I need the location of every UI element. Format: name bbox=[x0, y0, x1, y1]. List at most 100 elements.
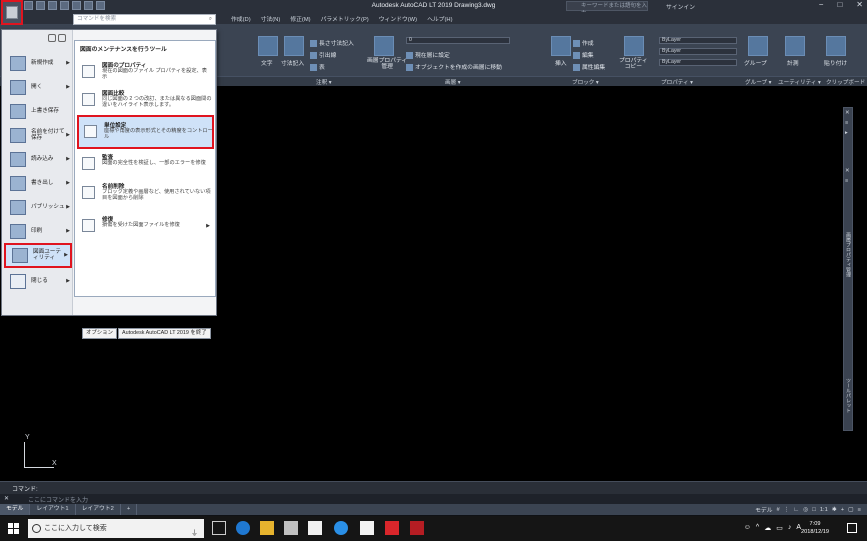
layer-manager-tab[interactable]: 画層プロパティ管理 bbox=[845, 232, 852, 277]
edge-icon[interactable] bbox=[236, 521, 250, 535]
panel-utilities[interactable]: ユーティリティ ▾ bbox=[778, 78, 821, 86]
network-icon[interactable]: ▭ bbox=[776, 524, 783, 532]
tool-palette-strip[interactable]: ✕ ≡ ▸ ✕ ≡ 画層プロパティ管理 ツールパレット bbox=[843, 107, 853, 431]
help-search-input[interactable]: キーワードまたは語句を入力 bbox=[566, 1, 648, 17]
group-icon[interactable] bbox=[748, 36, 768, 56]
task-view-icon[interactable] bbox=[212, 521, 226, 535]
attribute-edit-button[interactable]: 属性編集 bbox=[573, 62, 605, 71]
app-menu-export[interactable]: 書き出し ▶ bbox=[4, 173, 72, 195]
tab-layout1[interactable]: レイアウト1 bbox=[30, 504, 76, 515]
app-menu-close[interactable]: 閉じる ▶ bbox=[4, 271, 72, 293]
annotation-scale-button[interactable]: 1:1 bbox=[820, 507, 828, 513]
block-edit-button[interactable]: 編集 bbox=[573, 50, 594, 59]
menu-modify[interactable]: 修正(M) bbox=[285, 12, 315, 23]
leader-button[interactable]: 引出線 bbox=[310, 50, 336, 59]
people-icon[interactable]: ☺ bbox=[744, 524, 751, 532]
mail-icon[interactable] bbox=[284, 521, 298, 535]
layer-properties-label[interactable]: 画層プロパティ 管理 bbox=[367, 58, 407, 70]
purge-item[interactable]: 名前削除 ブロック定義や画層など、使用されていない項目を図面から削除 bbox=[77, 178, 214, 212]
notification-icon[interactable] bbox=[847, 523, 857, 533]
taskbar-search-input[interactable]: ここに入力して検索 ⏚ bbox=[28, 519, 204, 538]
palette2-menu-icon[interactable]: ≡ bbox=[845, 178, 848, 184]
options-button[interactable]: オプション bbox=[82, 328, 117, 339]
text-button-label[interactable]: 文字 bbox=[261, 58, 273, 67]
panel-block[interactable]: ブロック ▾ bbox=[572, 78, 599, 86]
app-menu-saveas[interactable]: 名前を付けて保存 ▶ bbox=[4, 125, 72, 147]
application-menu-button[interactable] bbox=[1, 0, 23, 25]
linear-dim-button[interactable]: 長さ寸法記入 bbox=[310, 38, 354, 47]
linetype-dropdown[interactable]: ByLayer bbox=[659, 48, 737, 55]
match-properties-label[interactable]: プロパティ コピー bbox=[619, 58, 648, 70]
layer-dropdown[interactable]: 0 bbox=[406, 37, 510, 44]
gear-icon[interactable]: ✱ bbox=[832, 507, 837, 513]
drawing-compare-item[interactable]: 図面比較 同じ図面の 2 つの改訂、または異なる図面間の違いをハイライト表示します… bbox=[77, 85, 214, 119]
layer-properties-icon[interactable] bbox=[374, 36, 394, 56]
panel-groups[interactable]: グループ ▾ bbox=[745, 78, 771, 86]
app-menu-drawing-utilities[interactable]: 図面ユーティリティ ▶ bbox=[4, 243, 72, 268]
paste-label[interactable]: 貼り付け bbox=[824, 58, 847, 67]
explorer-icon[interactable] bbox=[260, 521, 274, 535]
volume-icon[interactable]: ♪ bbox=[788, 524, 792, 532]
fullscreen-icon[interactable]: ▢ bbox=[848, 507, 853, 513]
measure-icon[interactable] bbox=[785, 36, 805, 56]
panel-clipboard[interactable]: クリップボード bbox=[826, 78, 865, 86]
insert-block-icon[interactable] bbox=[551, 36, 571, 56]
open-docs-icon[interactable] bbox=[58, 34, 66, 42]
signin-button[interactable]: サインイン bbox=[666, 2, 695, 11]
recent-docs-icon[interactable] bbox=[48, 34, 56, 42]
app-menu-import[interactable]: 読み込み ▶ bbox=[4, 149, 72, 171]
palette-close-icon[interactable]: ✕ bbox=[845, 110, 850, 116]
command-input[interactable]: ここにコマンドを入力 bbox=[28, 495, 88, 504]
layer-current-button[interactable]: 現在層に設定 bbox=[406, 50, 450, 59]
layer-match-button[interactable]: オブジェクトを作成の画層に移動 bbox=[406, 62, 502, 71]
text-icon[interactable] bbox=[258, 36, 278, 56]
osnap-icon[interactable]: □ bbox=[812, 507, 816, 513]
palette2-close-icon[interactable]: ✕ bbox=[845, 168, 850, 174]
store-icon[interactable] bbox=[308, 521, 322, 535]
color-dropdown[interactable]: ByLayer bbox=[659, 37, 737, 44]
minimize-button[interactable]: − bbox=[819, 0, 824, 9]
menu-help[interactable]: ヘルプ(H) bbox=[422, 12, 457, 23]
panel-annotation[interactable]: 注釈 ▾ bbox=[316, 78, 332, 86]
model-space-button[interactable]: モデル bbox=[755, 505, 772, 514]
polar-icon[interactable]: ◎ bbox=[803, 507, 808, 513]
tab-model[interactable]: モデル bbox=[0, 504, 31, 515]
menu-draw[interactable]: 作成(D) bbox=[226, 12, 256, 23]
close-window-button[interactable]: ✕ bbox=[856, 0, 863, 9]
grid-icon[interactable]: # bbox=[777, 507, 780, 513]
block-create-button[interactable]: 作成 bbox=[573, 38, 594, 47]
paste-icon[interactable] bbox=[826, 36, 846, 56]
panel-layers[interactable]: 画層 ▾ bbox=[445, 78, 461, 86]
insert-block-label[interactable]: 挿入 bbox=[555, 58, 567, 67]
add-layout-button[interactable]: + bbox=[121, 504, 138, 515]
plus-icon[interactable]: + bbox=[841, 507, 844, 513]
tool-palettes-tab[interactable]: ツールパレット bbox=[845, 378, 852, 413]
app-menu-new[interactable]: 新規作成 ▶ bbox=[4, 53, 72, 75]
palette-menu-icon[interactable]: ≡ bbox=[845, 120, 848, 126]
measure-label[interactable]: 計測 bbox=[787, 58, 799, 67]
command-search-input[interactable]: コマンドを検索 ⌕ bbox=[73, 14, 216, 25]
maximize-button[interactable]: □ bbox=[837, 0, 842, 9]
app-menu-publish[interactable]: パブリッシュ ▶ bbox=[4, 197, 72, 219]
autocad-icon[interactable] bbox=[385, 521, 399, 535]
panel-properties[interactable]: プロパティ ▾ bbox=[661, 78, 693, 86]
menu-dimension[interactable]: 寸法(N) bbox=[256, 12, 286, 23]
autocad-lt-icon[interactable] bbox=[410, 521, 424, 535]
tab-layout2[interactable]: レイアウト2 bbox=[76, 504, 121, 515]
match-properties-icon[interactable] bbox=[624, 36, 644, 56]
lineweight-dropdown[interactable]: ByLayer bbox=[659, 59, 737, 66]
dimension-button-label[interactable]: 寸法記入 bbox=[281, 58, 304, 67]
table-button[interactable]: 表 bbox=[310, 62, 325, 71]
windows-start-icon[interactable] bbox=[8, 523, 19, 534]
snap-icon[interactable]: ⋮ bbox=[784, 507, 790, 513]
menu-window[interactable]: ウィンドウ(W) bbox=[374, 12, 422, 23]
app-menu-view-toggle[interactable] bbox=[48, 34, 66, 42]
palette-expand-icon[interactable]: ▸ bbox=[845, 130, 848, 136]
app-menu-open[interactable]: 開く ▶ bbox=[4, 77, 72, 99]
ortho-icon[interactable]: ∟ bbox=[794, 507, 800, 513]
cloud-icon[interactable]: ☁ bbox=[764, 524, 771, 532]
tray-expand-icon[interactable]: ^ bbox=[756, 524, 759, 532]
clock[interactable]: 7:09 2018/12/19 bbox=[801, 520, 829, 536]
customize-icon[interactable]: ≡ bbox=[858, 507, 861, 513]
app-menu-print[interactable]: 印刷 ▶ bbox=[4, 221, 72, 243]
